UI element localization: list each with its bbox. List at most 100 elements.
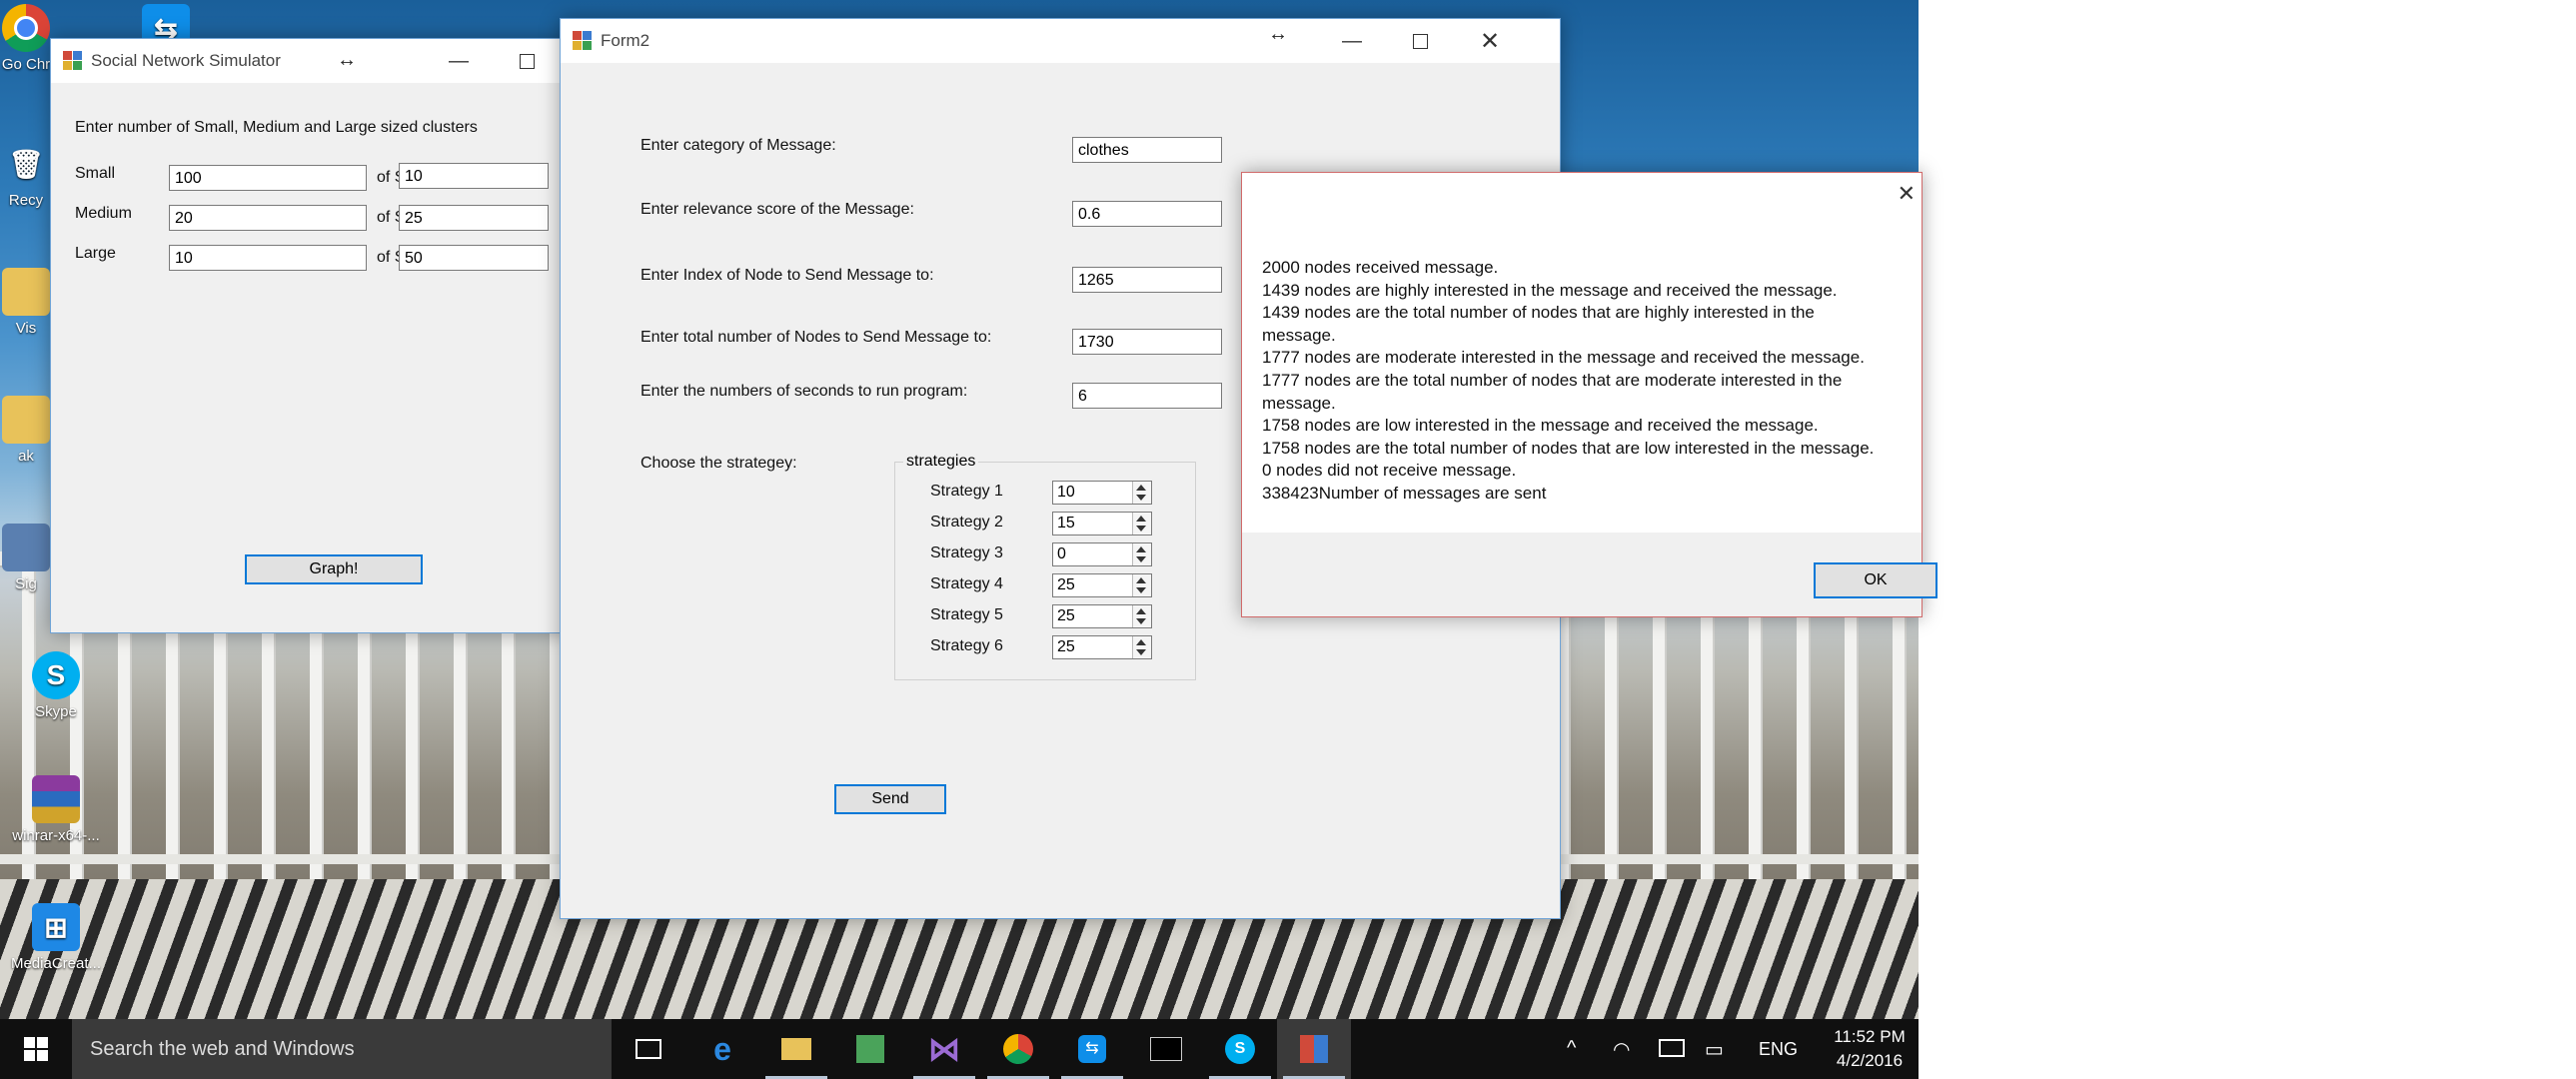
maximize-icon: [1412, 33, 1428, 49]
arrow-up-icon[interactable]: [1136, 485, 1146, 491]
large-count-input[interactable]: 10: [169, 245, 367, 271]
taskbar-edge[interactable]: e: [685, 1019, 759, 1079]
chrome-icon: [1003, 1034, 1033, 1064]
strategy-1-label: Strategy 1: [930, 483, 1003, 500]
total-nodes-input[interactable]: 1730: [1072, 329, 1222, 355]
arrow-up-icon[interactable]: [1136, 608, 1146, 614]
taskbar-visual-studio[interactable]: ⋈: [907, 1019, 981, 1079]
arrow-up-icon[interactable]: [1136, 516, 1146, 522]
show-hidden-icons-icon[interactable]: ^: [1567, 1037, 1576, 1060]
stepper-value: 25: [1057, 638, 1075, 655]
arrow-down-icon[interactable]: [1136, 587, 1146, 593]
app-icon: [856, 1035, 884, 1063]
node-index-input[interactable]: 1265: [1072, 267, 1222, 293]
minimize-button[interactable]: —: [1318, 19, 1386, 63]
window-title: Social Network Simulator: [91, 51, 281, 70]
send-button[interactable]: Send: [834, 784, 946, 814]
node-index-label: Enter Index of Node to Send Message to:: [641, 267, 934, 284]
desktop-icon-skype[interactable]: S Skype: [10, 651, 102, 720]
taskbar-social-network-app[interactable]: [1277, 1019, 1351, 1079]
clock-date: 4/2/2016: [1836, 1051, 1904, 1070]
desktop-icon-winrar[interactable]: winrar-x64-...: [10, 775, 102, 844]
desktop-icon-mediacreation[interactable]: ⊞ MediaCreat...: [10, 903, 102, 972]
arrow-down-icon[interactable]: [1136, 618, 1146, 624]
arrow-down-icon[interactable]: [1136, 495, 1146, 501]
stepper-arrows[interactable]: [1132, 636, 1151, 658]
app-icon: [1300, 1035, 1328, 1063]
ok-button[interactable]: OK: [1814, 562, 1937, 598]
arrow-up-icon[interactable]: [1136, 639, 1146, 645]
small-count-input[interactable]: 100: [169, 165, 367, 191]
message-line: 1439 nodes are highly interested in the …: [1262, 280, 1838, 300]
close-icon: ✕: [1479, 27, 1501, 55]
wifi-icon[interactable]: ◠: [1613, 1037, 1630, 1062]
windows-logo-icon: [24, 1037, 48, 1061]
close-button[interactable]: ✕: [1456, 19, 1524, 63]
strategy-4-stepper[interactable]: 25: [1052, 573, 1152, 597]
skype-icon: S: [32, 651, 80, 699]
message-line: message.: [1262, 393, 1336, 413]
battery-icon[interactable]: [1659, 1039, 1685, 1057]
language-indicator[interactable]: ENG: [1759, 1039, 1798, 1060]
arrow-down-icon[interactable]: [1136, 556, 1146, 562]
taskbar: Search the web and Windows e ⋈ ⇆ S ^ ◠ ▭…: [0, 1019, 1919, 1079]
strategy-6-label: Strategy 6: [930, 637, 1003, 654]
taskbar-teamviewer[interactable]: ⇆: [1055, 1019, 1129, 1079]
clusters-instruction: Enter number of Small, Medium and Large …: [75, 119, 478, 136]
search-box[interactable]: Search the web and Windows: [72, 1019, 612, 1079]
desktop-icon-label: winrar-x64-...: [12, 827, 100, 844]
arrow-up-icon[interactable]: [1136, 577, 1146, 583]
taskbar-skype[interactable]: S: [1203, 1019, 1277, 1079]
graph-button[interactable]: Graph!: [245, 554, 423, 584]
strategy-2-stepper[interactable]: 15: [1052, 512, 1152, 536]
window-titlebar[interactable]: Social Network Simulator ↔ —: [51, 39, 571, 83]
minimize-button[interactable]: —: [425, 39, 493, 83]
arrow-down-icon[interactable]: [1136, 526, 1146, 532]
medium-size-input[interactable]: 25: [399, 205, 549, 231]
task-view-button[interactable]: [612, 1019, 685, 1079]
maximize-icon: [519, 53, 535, 69]
close-icon[interactable]: ✕: [1898, 181, 1916, 207]
stepper-arrows[interactable]: [1132, 605, 1151, 627]
window-titlebar[interactable]: Form2 ↔ — ✕: [561, 19, 1560, 63]
strategy-4-label: Strategy 4: [930, 575, 1003, 592]
strategy-6-stepper[interactable]: 25: [1052, 635, 1152, 659]
maximize-button[interactable]: [1386, 19, 1454, 63]
message-line: 1758 nodes are the total number of nodes…: [1262, 438, 1875, 458]
arrow-down-icon[interactable]: [1136, 649, 1146, 655]
clock[interactable]: 11:52 PM 4/2/2016: [1825, 1025, 1915, 1073]
winrar-icon: [32, 775, 80, 823]
start-button[interactable]: [0, 1019, 72, 1079]
seconds-input[interactable]: 6: [1072, 383, 1222, 409]
notifications-icon[interactable]: ▭: [1705, 1037, 1724, 1062]
taskbar-command-prompt[interactable]: [1129, 1019, 1203, 1079]
stepper-arrows[interactable]: [1132, 574, 1151, 596]
taskbar-file-explorer[interactable]: [759, 1019, 833, 1079]
terminal-icon: [1150, 1037, 1182, 1061]
stepper-arrows[interactable]: [1132, 513, 1151, 535]
arrow-up-icon[interactable]: [1136, 546, 1146, 552]
medium-count-input[interactable]: 20: [169, 205, 367, 231]
resize-cursor-icon: ↔: [337, 49, 357, 71]
stepper-arrows[interactable]: [1132, 543, 1151, 565]
small-label: Small: [75, 165, 116, 182]
taskbar-chrome[interactable]: [981, 1019, 1055, 1079]
small-size-input[interactable]: 10: [399, 163, 549, 189]
stepper-arrows[interactable]: [1132, 482, 1151, 504]
strategy-5-stepper[interactable]: 25: [1052, 604, 1152, 628]
desktop-icon-label: Skype: [35, 703, 77, 720]
category-label: Enter category of Message:: [641, 137, 836, 154]
clock-time: 11:52 PM: [1834, 1027, 1906, 1046]
relevance-input[interactable]: 0.6: [1072, 201, 1222, 227]
desktop-icon-label: MediaCreat...: [10, 955, 102, 972]
large-size-input[interactable]: 50: [399, 245, 549, 271]
category-input[interactable]: clothes: [1072, 137, 1222, 163]
taskbar-app[interactable]: [833, 1019, 907, 1079]
message-line: message.: [1262, 325, 1336, 345]
maximize-button[interactable]: [493, 39, 561, 83]
strategy-label: Choose the strategey:: [641, 455, 797, 472]
strategy-1-stepper[interactable]: 10: [1052, 481, 1152, 505]
strategy-3-stepper[interactable]: 0: [1052, 542, 1152, 566]
stepper-value: 0: [1057, 545, 1066, 562]
resize-cursor-icon: ↔: [1268, 23, 1288, 45]
